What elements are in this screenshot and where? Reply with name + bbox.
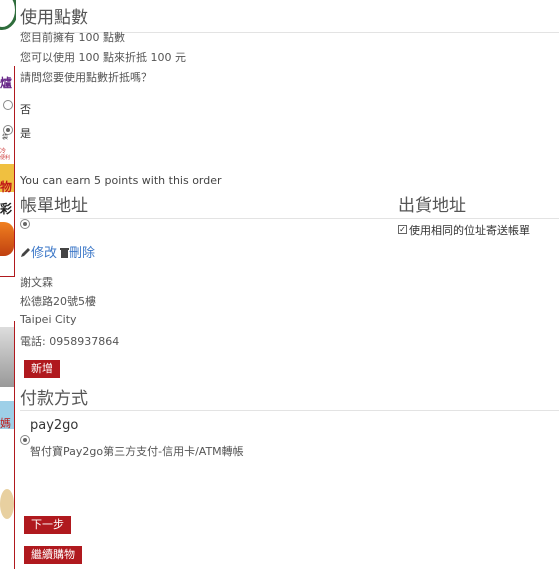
ad-char-low: 媽 <box>0 417 11 430</box>
points-owned: 您目前擁有 100 點數 <box>20 31 125 44</box>
ad-image-3 <box>0 327 14 387</box>
points-question: 請問您要使用點數折抵嗎？ <box>20 71 152 84</box>
points-no-label[interactable]: 否 <box>20 101 31 117</box>
points-no-radio[interactable] <box>3 100 13 110</box>
payment-title: 付款方式 <box>20 389 88 409</box>
payment-method-name: pay2go <box>30 418 79 433</box>
billing-name: 謝文霖 <box>20 276 53 289</box>
ad-char-mid1: 物 <box>0 180 13 194</box>
billing-actions: 修改 刪除 <box>20 242 95 262</box>
points-yes-label[interactable]: 是 <box>20 125 31 141</box>
edit-address-link[interactable]: 修改 <box>31 246 57 261</box>
ad-char-mid2: 彩 <box>0 202 13 216</box>
same-address-label[interactable]: 使用相同的位址寄送帳單 <box>409 222 530 238</box>
same-address-checkbox[interactable]: ✓ <box>398 225 407 234</box>
left-ad-strip: 爐 袋 冷 便利 物 彩 媽 <box>0 0 16 569</box>
add-address-button[interactable]: 新增 <box>24 360 60 378</box>
billing-city: Taipei City <box>20 313 77 326</box>
divider <box>20 218 559 219</box>
continue-shopping-button[interactable]: 繼續購物 <box>24 546 82 564</box>
ad-image-2 <box>0 222 14 256</box>
billing-address-radio[interactable] <box>20 219 30 229</box>
points-yes-radio[interactable] <box>3 125 13 135</box>
brand-logo <box>0 0 16 30</box>
delete-address-link[interactable]: 刪除 <box>69 246 95 261</box>
ad-banner-bottom[interactable]: 媽 <box>0 321 15 569</box>
next-step-button[interactable]: 下一步 <box>24 516 71 534</box>
ad-banner-top[interactable]: 爐 袋 冷 便利 物 彩 <box>0 66 15 277</box>
shipping-title: 出貨地址 <box>398 196 466 216</box>
earn-points-text: You can earn 5 points with this order <box>20 174 222 187</box>
billing-street: 松德路20號5樓 <box>20 295 96 308</box>
divider <box>20 410 559 411</box>
billing-phone: 電話: 0958937864 <box>20 335 120 348</box>
payment-method-radio[interactable] <box>20 435 30 445</box>
ad-image-5 <box>0 489 14 519</box>
points-title: 使用點數 <box>20 8 88 28</box>
payment-method-desc: 智付寶Pay2go第三方支付-信用卡/ATM轉帳 <box>30 445 244 458</box>
points-redeem: 您可以使用 100 點來折抵 100 元 <box>20 51 186 64</box>
trash-icon <box>60 243 70 262</box>
ad-char-top: 爐 <box>0 76 13 90</box>
billing-title: 帳單地址 <box>20 196 88 216</box>
pencil-icon <box>20 243 31 262</box>
ad-small-3: 便利 <box>0 155 11 161</box>
